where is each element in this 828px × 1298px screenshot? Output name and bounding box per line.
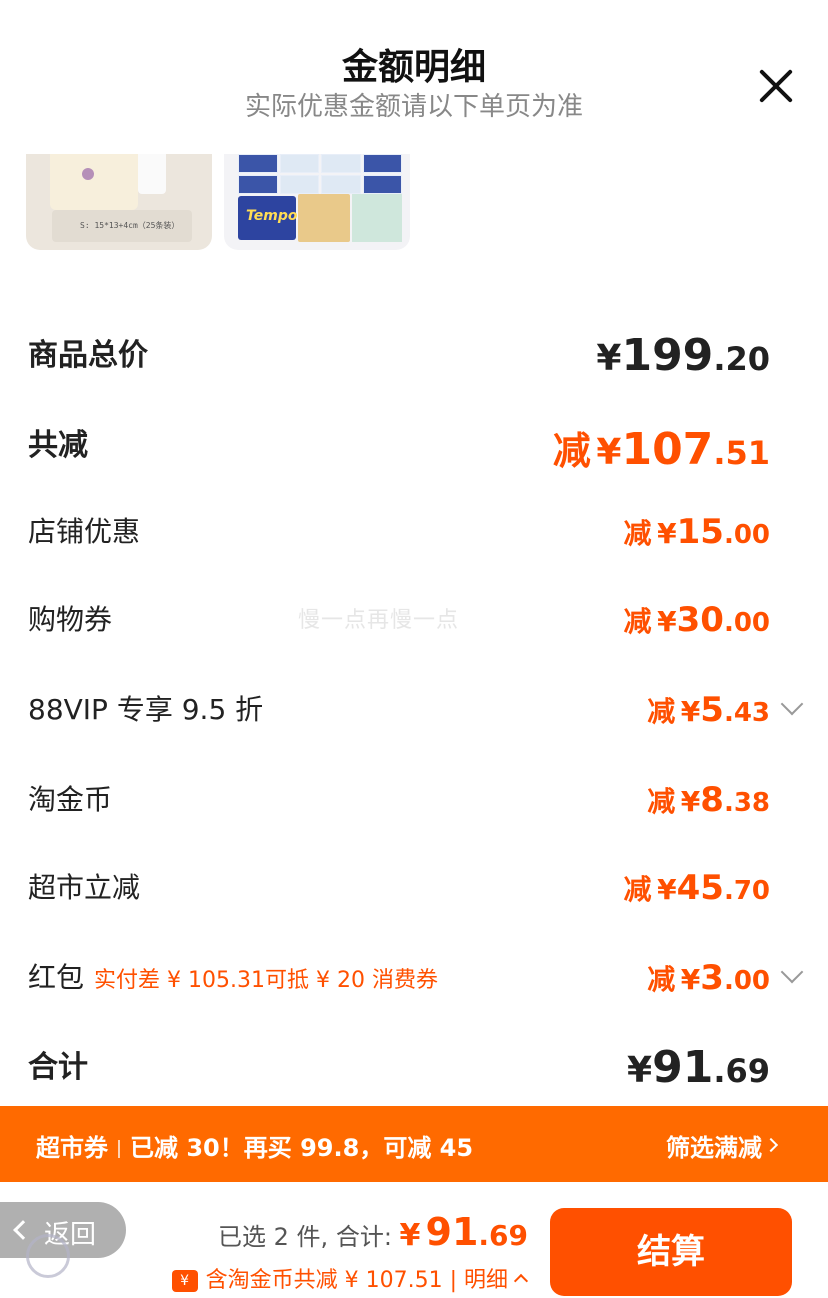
row-amount: 减 ¥3.00 — [647, 958, 770, 998]
product-image-decor — [82, 168, 94, 180]
detail-toggle[interactable]: ¥ 含淘金币共减 ¥ 107.51 | 明细 — [171, 1262, 529, 1294]
row-label: 88VIP 专享 9.5 折 — [28, 693, 264, 726]
row-label: 商品总价 — [28, 338, 148, 373]
coupon-banner[interactable]: 超市券 已减 30！再买 99.8，可减 45 筛选满减 — [0, 1106, 828, 1182]
product-image-bottle — [138, 154, 166, 194]
row-amount: 减 ¥8.38 — [647, 780, 770, 820]
row-amount: 减 ¥45.70 — [623, 868, 770, 908]
banner-message: 已减 30！再买 99.8，可减 45 — [130, 1134, 474, 1162]
total-currency: ¥ — [399, 1218, 421, 1253]
chevron-down-icon[interactable] — [780, 692, 804, 716]
product-image-carton — [298, 194, 350, 242]
row-amount: ¥91.69 — [627, 1042, 770, 1093]
coin-icon: ¥ — [171, 1270, 198, 1292]
product-image-box — [50, 154, 138, 210]
total-int: 91 — [425, 1210, 479, 1254]
row-label: 合计 — [28, 1050, 88, 1085]
watermark: 慢一点再慢一点 — [298, 608, 460, 633]
detail-text: 含淘金币共减 ¥ 107.51 | 明细 — [205, 1268, 508, 1293]
product-thumbnail[interactable]: Tempo — [224, 154, 410, 250]
row-label: 共减 — [28, 428, 88, 463]
modal-header: 金额明细 实际优惠金额请以下单页为准 — [0, 0, 828, 140]
banner-tag: 超市券 — [36, 1134, 108, 1162]
row-label: 红包 实付差 ¥ 105.31可抵 ¥ 20 消费券 — [28, 961, 438, 994]
page-title: 金额明细 — [341, 47, 486, 88]
total-summary: 已选 2 件, 合计: ¥ 91.69 — [218, 1210, 528, 1254]
page-subtitle: 实际优惠金额请以下单页为准 — [244, 92, 583, 122]
checkout-button[interactable]: 结算 — [550, 1208, 792, 1296]
row-amount: 减 ¥5.43 — [647, 690, 770, 730]
product-brand-logo: Tempo — [246, 208, 298, 224]
banner-text: 超市券 已减 30！再买 99.8，可减 45 — [36, 1128, 473, 1163]
row-amount: ¥199.20 — [596, 330, 770, 381]
row-label: 超市立减 — [28, 871, 141, 904]
banner-divider — [118, 1140, 120, 1158]
checkout-bar: 返回 已选 2 件, 合计: ¥ 91.69 ¥ 含淘金币共减 ¥ 107.51 … — [0, 1182, 828, 1298]
chevron-left-icon — [13, 1220, 33, 1240]
product-thumbnail[interactable]: S: 15*13+4cm（25条装） — [26, 154, 212, 250]
row-amount: 减 ¥30.00 — [623, 600, 770, 640]
total-dec: .69 — [478, 1219, 528, 1252]
row-label: 淘金币 — [28, 783, 113, 816]
product-caption: S: 15*13+4cm（25条装） — [80, 221, 180, 230]
product-image-pack — [352, 194, 402, 242]
assistive-touch-icon[interactable] — [26, 1234, 70, 1278]
row-amount: 减 ¥107.51 — [552, 424, 770, 475]
chevron-down-icon[interactable] — [780, 960, 804, 984]
chevron-up-icon — [513, 1273, 529, 1289]
row-amount: 减 ¥15.00 — [623, 512, 770, 552]
red-packet-note: 实付差 ¥ 105.31可抵 ¥ 20 消费券 — [94, 968, 438, 993]
product-image-packs — [238, 154, 402, 194]
row-label: 购物券 — [28, 603, 113, 636]
row-label: 店铺优惠 — [28, 515, 141, 548]
close-icon[interactable] — [756, 66, 796, 106]
selected-count: 已选 2 件, 合计: — [218, 1223, 400, 1251]
